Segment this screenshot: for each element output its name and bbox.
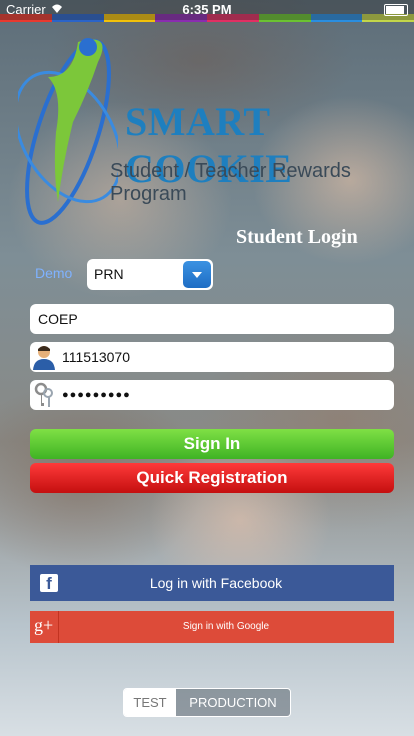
page-title: Student Login xyxy=(236,226,358,248)
password-field[interactable]: ●●●●●●●●● xyxy=(30,380,394,410)
institute-value: COEP xyxy=(38,311,78,327)
id-type-value: PRN xyxy=(94,266,124,282)
quick-registration-button[interactable]: Quick Registration xyxy=(30,463,394,493)
environment-toggle[interactable]: TEST PRODUCTION xyxy=(123,688,291,717)
battery-icon xyxy=(384,4,408,16)
facebook-login-label: Log in with Facebook xyxy=(149,575,283,591)
env-option-production[interactable]: PRODUCTION xyxy=(176,689,290,716)
prn-value: 111513070 xyxy=(62,349,130,365)
institute-field[interactable]: COEP xyxy=(30,304,394,334)
user-icon xyxy=(33,346,55,370)
prn-field[interactable]: 111513070 xyxy=(30,342,394,372)
sign-in-button[interactable]: Sign In xyxy=(30,429,394,459)
dropdown-arrow-icon[interactable] xyxy=(183,261,211,288)
google-login-button[interactable]: g+ Sign in with Google xyxy=(30,611,394,643)
clock: 6:35 PM xyxy=(182,2,232,17)
key-icon xyxy=(34,382,53,407)
google-login-label: Sign in with Google xyxy=(182,621,270,632)
brand-tagline: Student / Teacher Rewards Program xyxy=(110,160,351,205)
status-bar: Carrier 6:35 PM xyxy=(0,0,414,20)
env-option-test[interactable]: TEST xyxy=(124,689,176,716)
facebook-login-button[interactable]: f Log in with Facebook xyxy=(30,565,394,601)
smart-cookie-logo xyxy=(18,38,118,225)
id-type-select[interactable]: PRN xyxy=(87,259,213,290)
password-value: ●●●●●●●●● xyxy=(62,389,131,401)
demo-link[interactable]: Demo xyxy=(35,265,72,281)
google-plus-icon: g+ xyxy=(34,615,54,635)
